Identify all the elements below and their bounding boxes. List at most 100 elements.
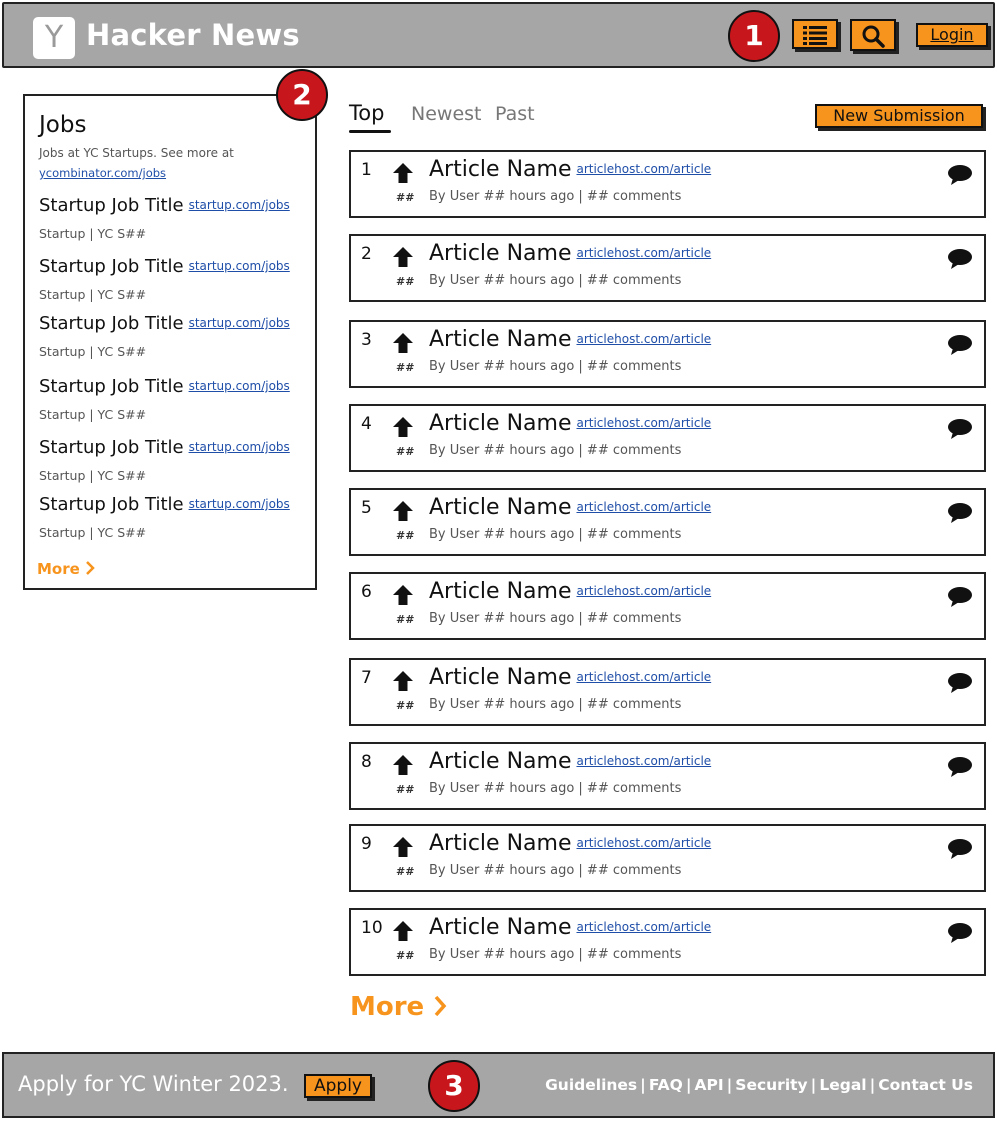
footer-link-legal[interactable]: Legal xyxy=(819,1076,866,1094)
upvote-arrow-icon[interactable] xyxy=(392,754,414,776)
article-title[interactable]: Article Name xyxy=(429,831,571,856)
footer-link-contact[interactable]: Contact Us xyxy=(878,1076,973,1094)
apply-button[interactable]: Apply xyxy=(304,1074,372,1098)
footer-link-security[interactable]: Security xyxy=(735,1076,807,1094)
article-meta[interactable]: By User ## hours ago | ## comments xyxy=(429,611,681,626)
article-meta[interactable]: By User ## hours ago | ## comments xyxy=(429,781,681,796)
upvote-arrow-icon[interactable] xyxy=(392,332,414,354)
article-host[interactable]: articlehost.com/article xyxy=(576,670,711,684)
jobs-link[interactable]: ycombinator.com/jobs xyxy=(39,166,166,180)
upvote-arrow-icon[interactable] xyxy=(392,584,414,606)
job-item: Startup Job Title startup.com/jobs xyxy=(39,256,290,277)
upvote-arrow-icon[interactable] xyxy=(392,246,414,268)
job-meta: Startup | YC S## xyxy=(39,226,147,241)
job-title[interactable]: Startup Job Title xyxy=(39,256,184,277)
article-title[interactable]: Article Name xyxy=(429,411,571,436)
article-title[interactable]: Article Name xyxy=(429,665,571,690)
article-title[interactable]: Article Name xyxy=(429,915,571,940)
footer-link-api[interactable]: API xyxy=(694,1076,723,1094)
job-url[interactable]: startup.com/jobs xyxy=(189,379,290,393)
article-title[interactable]: Article Name xyxy=(429,241,571,266)
upvote-arrow-icon[interactable] xyxy=(392,836,414,858)
article-points: ## xyxy=(396,949,415,962)
comment-icon[interactable] xyxy=(947,922,973,944)
job-item: Startup Job Title startup.com/jobs xyxy=(39,494,290,515)
article-row: 3 Article Name articlehost.com/article ##… xyxy=(349,320,986,388)
list-button[interactable] xyxy=(792,19,838,49)
comment-icon[interactable] xyxy=(947,418,973,440)
comment-icon[interactable] xyxy=(947,248,973,270)
article-host[interactable]: articlehost.com/article xyxy=(576,246,711,260)
job-url[interactable]: startup.com/jobs xyxy=(189,259,290,273)
app-title[interactable]: Hacker News xyxy=(86,18,300,52)
main-more-link[interactable]: More xyxy=(350,992,447,1022)
article-title[interactable]: Article Name xyxy=(429,579,571,604)
article-host[interactable]: articlehost.com/article xyxy=(576,500,711,514)
footer-link-guidelines[interactable]: Guidelines xyxy=(545,1076,637,1094)
article-row: 8 Article Name articlehost.com/article ##… xyxy=(349,742,986,810)
job-url[interactable]: startup.com/jobs xyxy=(189,198,290,212)
article-title-line: Article Name articlehost.com/article xyxy=(429,665,711,690)
footer-bar: Apply for YC Winter 2023. Apply 3 Guidel… xyxy=(2,1052,995,1118)
job-item: Startup Job Title startup.com/jobs xyxy=(39,437,290,458)
job-title[interactable]: Startup Job Title xyxy=(39,376,184,397)
tab-past[interactable]: Past xyxy=(495,103,535,125)
comment-icon[interactable] xyxy=(947,586,973,608)
article-row: 9 Article Name articlehost.com/article ##… xyxy=(349,824,986,892)
article-host[interactable]: articlehost.com/article xyxy=(576,162,711,176)
comment-icon[interactable] xyxy=(947,334,973,356)
job-url[interactable]: startup.com/jobs xyxy=(189,316,290,330)
article-rank: 6 xyxy=(361,582,372,602)
new-submission-button[interactable]: New Submission xyxy=(815,104,983,128)
job-item: Startup Job Title startup.com/jobs xyxy=(39,195,290,216)
article-title[interactable]: Article Name xyxy=(429,327,571,352)
article-host[interactable]: articlehost.com/article xyxy=(576,754,711,768)
comment-icon[interactable] xyxy=(947,502,973,524)
job-url[interactable]: startup.com/jobs xyxy=(189,497,290,511)
article-host[interactable]: articlehost.com/article xyxy=(576,416,711,430)
chevron-right-icon xyxy=(434,995,447,1017)
upvote-arrow-icon[interactable] xyxy=(392,416,414,438)
article-title[interactable]: Article Name xyxy=(429,157,571,182)
article-meta[interactable]: By User ## hours ago | ## comments xyxy=(429,273,681,288)
job-title[interactable]: Startup Job Title xyxy=(39,313,184,334)
upvote-arrow-icon[interactable] xyxy=(392,670,414,692)
article-meta[interactable]: By User ## hours ago | ## comments xyxy=(429,697,681,712)
job-title[interactable]: Startup Job Title xyxy=(39,494,184,515)
article-host[interactable]: articlehost.com/article xyxy=(576,332,711,346)
article-host[interactable]: articlehost.com/article xyxy=(576,920,711,934)
tab-newest[interactable]: Newest xyxy=(411,103,481,125)
upvote-arrow-icon[interactable] xyxy=(392,920,414,942)
article-rank: 8 xyxy=(361,752,372,772)
article-title[interactable]: Article Name xyxy=(429,495,571,520)
article-meta[interactable]: By User ## hours ago | ## comments xyxy=(429,863,681,878)
jobs-panel: Jobs Jobs at YC Startups. See more at yc… xyxy=(23,94,317,590)
job-title[interactable]: Startup Job Title xyxy=(39,437,184,458)
tab-top[interactable]: Top xyxy=(349,101,384,125)
job-url[interactable]: startup.com/jobs xyxy=(189,440,290,454)
article-title-line: Article Name articlehost.com/article xyxy=(429,327,711,352)
article-rank: 7 xyxy=(361,668,372,688)
article-host[interactable]: articlehost.com/article xyxy=(576,836,711,850)
article-meta[interactable]: By User ## hours ago | ## comments xyxy=(429,443,681,458)
upvote-arrow-icon[interactable] xyxy=(392,162,414,184)
comment-icon[interactable] xyxy=(947,164,973,186)
search-button[interactable] xyxy=(850,19,896,51)
article-rank: 4 xyxy=(361,414,372,434)
comment-icon[interactable] xyxy=(947,756,973,778)
article-points: ## xyxy=(396,191,415,204)
article-host[interactable]: articlehost.com/article xyxy=(576,584,711,598)
upvote-arrow-icon[interactable] xyxy=(392,500,414,522)
yc-logo[interactable]: Y xyxy=(33,17,75,59)
login-button[interactable]: Login xyxy=(916,23,988,47)
article-meta[interactable]: By User ## hours ago | ## comments xyxy=(429,527,681,542)
article-meta[interactable]: By User ## hours ago | ## comments xyxy=(429,189,681,204)
article-title[interactable]: Article Name xyxy=(429,749,571,774)
article-meta[interactable]: By User ## hours ago | ## comments xyxy=(429,947,681,962)
comment-icon[interactable] xyxy=(947,672,973,694)
job-title[interactable]: Startup Job Title xyxy=(39,195,184,216)
comment-icon[interactable] xyxy=(947,838,973,860)
footer-link-faq[interactable]: FAQ xyxy=(649,1076,683,1094)
article-meta[interactable]: By User ## hours ago | ## comments xyxy=(429,359,681,374)
jobs-more-link[interactable]: More xyxy=(37,560,95,578)
